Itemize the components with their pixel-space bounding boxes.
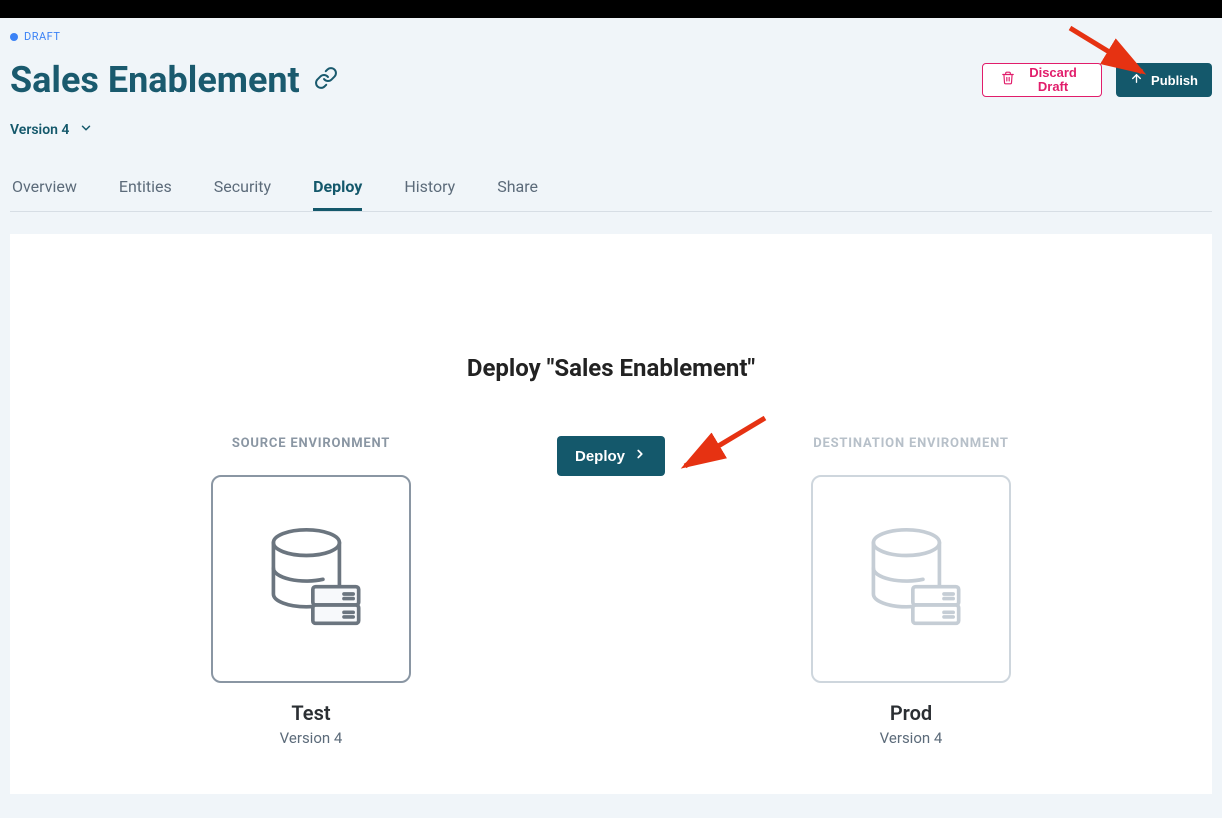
- publish-label: Publish: [1151, 73, 1198, 88]
- destination-env-label: DESTINATION ENVIRONMENT: [813, 436, 1008, 451]
- destination-env-version: Version 4: [880, 729, 943, 747]
- chevron-down-icon: [79, 121, 93, 139]
- source-env-version: Version 4: [280, 729, 343, 747]
- publish-button[interactable]: Publish: [1116, 63, 1212, 97]
- destination-env-card[interactable]: [811, 475, 1011, 683]
- chevron-right-icon: [633, 447, 647, 465]
- status-dot-icon: [10, 33, 18, 41]
- tab-overview[interactable]: Overview: [12, 177, 77, 211]
- source-env-card[interactable]: [211, 475, 411, 683]
- trash-icon: [1001, 71, 1015, 88]
- deploy-button[interactable]: Deploy: [557, 436, 665, 476]
- deploy-panel: Deploy "Sales Enablement" SOURCE ENVIRON…: [10, 234, 1212, 794]
- status-text: DRAFT: [24, 30, 60, 43]
- window-top-bar: [0, 0, 1222, 18]
- deploy-label: Deploy: [575, 448, 625, 465]
- source-env-name: Test: [291, 701, 330, 725]
- draft-status: DRAFT: [10, 30, 1212, 43]
- discard-draft-button[interactable]: Discard Draft: [982, 63, 1102, 97]
- discard-label: Discard Draft: [1023, 66, 1083, 95]
- database-icon: [856, 520, 966, 639]
- tab-bar: Overview Entities Security Deploy Histor…: [10, 177, 1212, 212]
- tab-security[interactable]: Security: [214, 177, 271, 211]
- link-icon[interactable]: [314, 66, 338, 94]
- destination-env-name: Prod: [890, 701, 932, 725]
- upload-icon: [1130, 72, 1143, 88]
- tab-entities[interactable]: Entities: [119, 177, 172, 211]
- tab-share[interactable]: Share: [497, 177, 538, 211]
- tab-deploy[interactable]: Deploy: [313, 177, 362, 211]
- version-selector[interactable]: Version 4: [10, 121, 1212, 139]
- source-env-label: SOURCE ENVIRONMENT: [232, 436, 390, 451]
- database-icon: [256, 520, 366, 639]
- tab-history[interactable]: History: [404, 177, 455, 211]
- page-title: Sales Enablement: [10, 59, 300, 101]
- deploy-heading: Deploy "Sales Enablement": [10, 354, 1212, 382]
- version-label: Version 4: [10, 122, 69, 138]
